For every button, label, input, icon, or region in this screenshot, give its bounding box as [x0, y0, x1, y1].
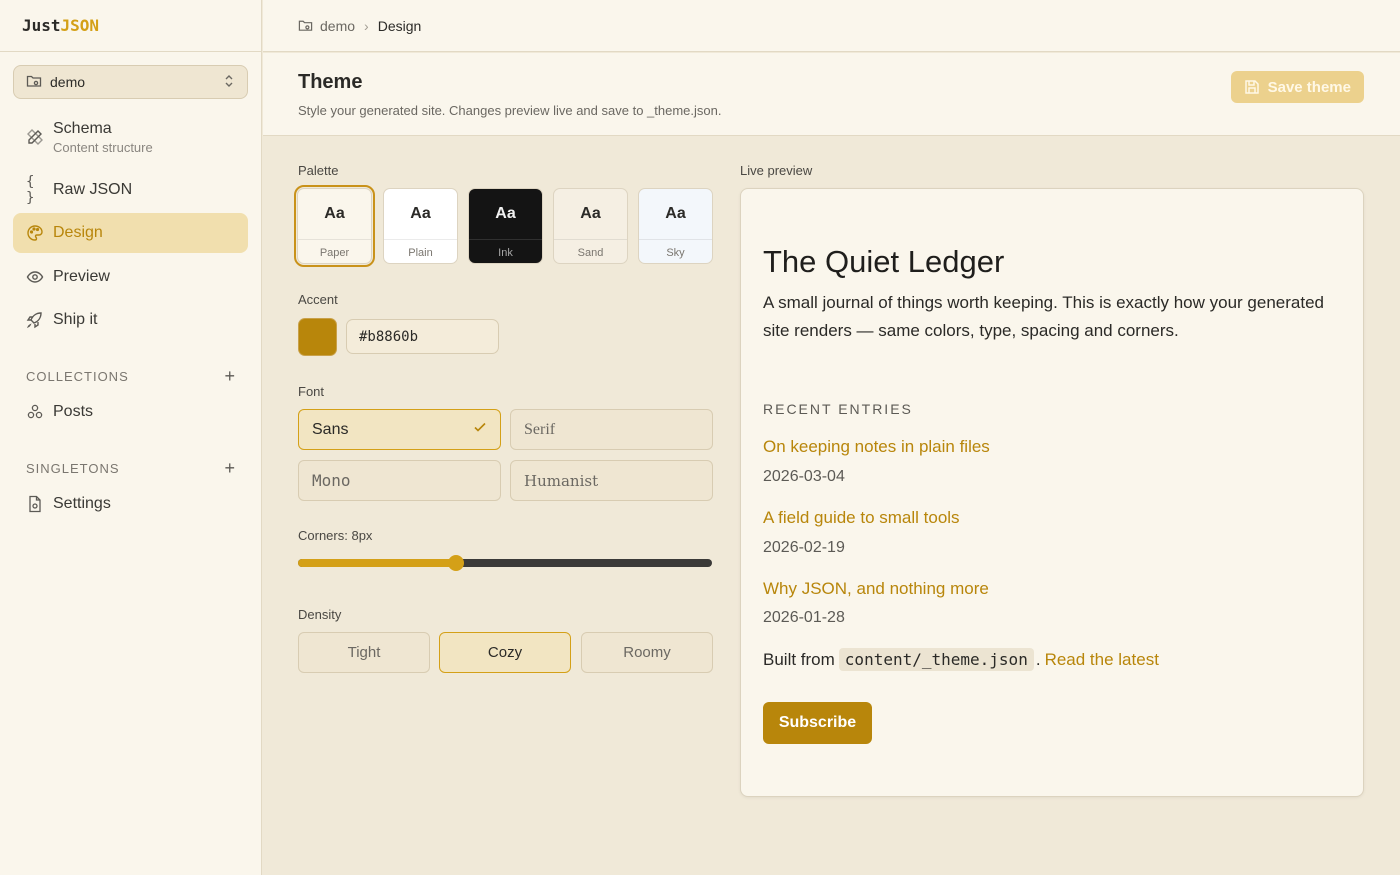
shapes-icon: [26, 403, 44, 421]
palette-sample: Aa: [495, 205, 516, 222]
accent-label: Accent: [298, 292, 338, 307]
page-header: Theme Style your generated site. Changes…: [263, 53, 1400, 136]
pencil-ruler-icon: [26, 128, 44, 146]
preview-code-snippet: content/_theme.json: [838, 648, 1034, 671]
font-option-mono[interactable]: Mono: [298, 460, 501, 501]
sidebar-item-label: Ship it: [53, 311, 98, 328]
preview-site-title: The Quiet Ledger: [763, 244, 1005, 279]
accent-color-swatch[interactable]: [298, 318, 337, 356]
palette-option-ink[interactable]: Aa Ink: [468, 188, 543, 264]
save-theme-button[interactable]: Save theme: [1230, 71, 1364, 103]
file-gear-icon: [26, 495, 44, 513]
density-option-roomy[interactable]: Roomy: [581, 632, 713, 673]
page-subtitle: Style your generated site. Changes previ…: [298, 103, 722, 118]
chevron-right-icon: ›: [364, 17, 369, 34]
add-collection-button[interactable]: +: [224, 366, 236, 387]
project-select[interactable]: demo: [13, 65, 248, 99]
preview-entry-link[interactable]: On keeping notes in plain files: [763, 437, 990, 457]
sidebar-item-label: Settings: [53, 495, 111, 512]
palette-name: Sand: [554, 239, 627, 263]
palette-sample: Aa: [665, 205, 686, 222]
preview-entry-date: 2026-01-28: [763, 609, 845, 626]
density-option-cozy[interactable]: Cozy: [439, 632, 571, 673]
density-label: Density: [298, 607, 342, 622]
folder-icon: [26, 73, 42, 92]
live-preview-label: Live preview: [740, 163, 813, 178]
preview-entry-link[interactable]: A field guide to small tools: [763, 508, 960, 528]
palette-name: Ink: [469, 239, 542, 263]
sidebar: Just JSON demo Schema Content structure {…: [0, 0, 262, 875]
sidebar-item-schema[interactable]: Schema Content structure: [13, 114, 248, 160]
page-title: Theme: [298, 71, 363, 93]
check-icon: [473, 420, 487, 439]
sidebar-item-label: Raw JSON: [53, 180, 133, 198]
preview-entry-date: 2026-02-19: [763, 539, 845, 556]
font-option-humanist[interactable]: Humanist: [510, 460, 713, 501]
font-option-sans[interactable]: Sans: [298, 409, 501, 450]
add-singleton-button[interactable]: +: [224, 458, 236, 479]
palette-option-sky[interactable]: Aa Sky: [638, 188, 713, 264]
accent-hex-input[interactable]: #b8860b: [346, 319, 499, 354]
sidebar-item-label: Posts: [53, 403, 94, 420]
preview-section-heading: RECENT ENTRIES: [763, 401, 913, 417]
sidebar-item-posts[interactable]: Posts: [13, 392, 248, 432]
project-select-value: demo: [50, 74, 86, 90]
palette-icon: [26, 224, 44, 242]
palette-sample: Aa: [324, 205, 345, 222]
preview-entry-date: 2026-03-04: [763, 468, 845, 485]
save-icon: [1244, 79, 1260, 95]
braces-icon: { }: [26, 173, 35, 206]
breadcrumb: demo › Design: [263, 0, 1400, 52]
corners-slider-thumb[interactable]: [448, 555, 464, 571]
palette-option-sand[interactable]: Aa Sand: [553, 188, 628, 264]
palette-option-paper[interactable]: Aa Paper: [294, 185, 375, 267]
rocket-icon: [26, 311, 44, 329]
palette-name: Plain: [384, 239, 457, 263]
palette-label: Palette: [298, 163, 339, 178]
corners-label: Corners: 8px: [298, 528, 373, 543]
collections-heading: COLLECTIONS +: [26, 366, 236, 387]
sidebar-item-settings[interactable]: Settings: [13, 484, 248, 524]
palette-sample: Aa: [580, 205, 601, 222]
chevron-updown-icon: [223, 74, 235, 91]
corners-slider-fill: [298, 559, 456, 567]
corners-slider[interactable]: [298, 555, 712, 571]
preview-built-line: Built from content/_theme.json . Read th…: [763, 648, 1159, 671]
palette-name: Sky: [639, 239, 712, 263]
sidebar-item-sublabel: Content structure: [53, 139, 153, 155]
sidebar-item-raw-json[interactable]: { } Raw JSON: [13, 170, 248, 209]
singletons-heading: SINGLETONS +: [26, 458, 236, 479]
sidebar-item-ship-it[interactable]: Ship it: [13, 300, 248, 340]
breadcrumb-root[interactable]: demo: [320, 18, 355, 34]
preview-entry-link[interactable]: Why JSON, and nothing more: [763, 579, 989, 599]
preview-site-description: A small journal of things worth keeping.…: [763, 293, 1324, 340]
font-option-serif[interactable]: Serif: [510, 409, 713, 450]
sidebar-item-label: Schema: [53, 119, 112, 137]
sidebar-item-preview[interactable]: Preview: [13, 257, 248, 297]
live-preview-panel: The Quiet Ledger A small journal of thin…: [740, 188, 1364, 797]
preview-read-latest-link[interactable]: Read the latest: [1045, 650, 1159, 670]
folder-icon: [298, 18, 313, 33]
palette-sample: Aa: [410, 205, 431, 222]
breadcrumb-current: Design: [377, 17, 422, 34]
sidebar-item-label: Design: [53, 224, 103, 241]
palette-name: Paper: [298, 239, 371, 263]
font-label: Font: [298, 384, 325, 399]
sidebar-item-design[interactable]: Design: [13, 213, 248, 253]
palette-option-plain[interactable]: Aa Plain: [383, 188, 458, 264]
preview-subscribe-button[interactable]: Subscribe: [763, 702, 872, 744]
density-option-tight[interactable]: Tight: [298, 632, 430, 673]
sidebar-item-label: Preview: [53, 268, 110, 285]
eye-icon: [26, 268, 44, 286]
app-logo[interactable]: Just JSON: [0, 0, 261, 52]
